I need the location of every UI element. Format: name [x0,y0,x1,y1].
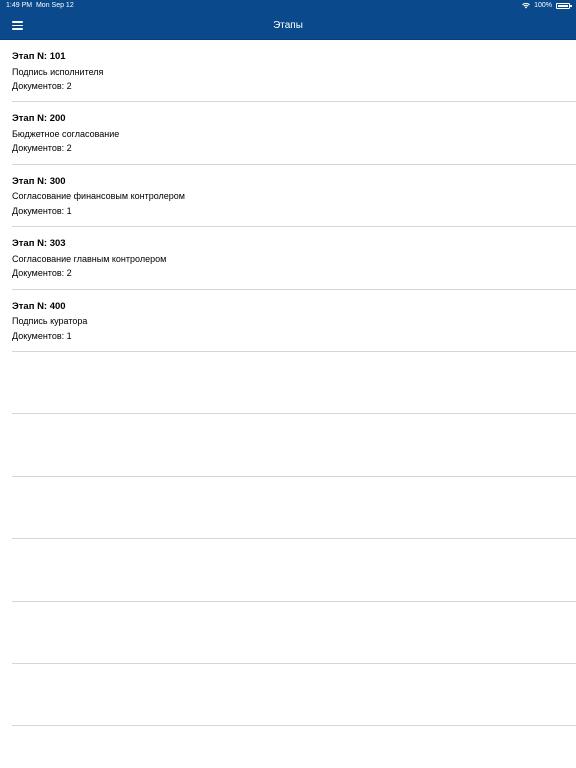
status-right: 100% [522,0,572,12]
battery-percent: 100% [534,2,552,9]
stage-documents-count: Документов: 2 [12,143,72,154]
stage-row-200[interactable]: Этап N: 200 Бюджетное согласование Докум… [0,102,576,166]
stage-name: Бюджетное согласование [12,128,120,139]
stage-row-400[interactable]: Этап N: 400 Подпись куратора Документов:… [0,290,576,353]
wifi-icon [522,2,530,9]
stage-name: Подпись исполнителя [12,66,104,77]
empty-row [0,664,576,727]
stage-name: Согласование главным контролером [12,253,167,264]
stage-row-300[interactable]: Этап N: 300 Согласование финансовым конт… [0,165,576,228]
stage-name: Согласование финансовым контролером [12,191,185,202]
stage-row-101[interactable]: Этап N: 101 Подпись исполнителя Документ… [0,40,576,103]
stage-name: Подпись куратора [12,316,88,327]
stage-row-303[interactable]: Этап N: 303 Согласование главным контрол… [0,227,576,290]
stage-documents-count: Документов: 2 [12,268,72,279]
navigation-bar: Этапы [0,12,576,40]
stage-number: Этап N: 300 [12,175,66,187]
stage-number: Этап N: 400 [12,300,66,312]
empty-row [0,539,576,602]
status-time: 1:49 PM [6,2,33,9]
status-time-date: 1:49 PM Mon Sep 12 [6,0,74,12]
stage-documents-count: Документов: 1 [12,205,72,216]
battery-level [558,5,568,7]
stage-documents-count: Документов: 1 [12,330,72,341]
empty-row [0,352,576,415]
stage-documents-count: Документов: 2 [12,81,72,91]
battery-icon [556,3,572,9]
empty-row [0,414,576,478]
status-date: Mon Sep 12 [35,2,74,9]
stages-list: Этап N: 101 Подпись исполнителя Документ… [0,40,576,727]
empty-row [0,477,576,540]
stage-number: Этап N: 303 [12,238,66,250]
page-title: Этапы [273,20,303,31]
status-bar: 1:49 PM Mon Sep 12 100% [0,0,576,12]
empty-row [0,602,576,665]
stage-number: Этап N: 200 [12,113,66,125]
stage-number: Этап N: 101 [12,51,66,62]
